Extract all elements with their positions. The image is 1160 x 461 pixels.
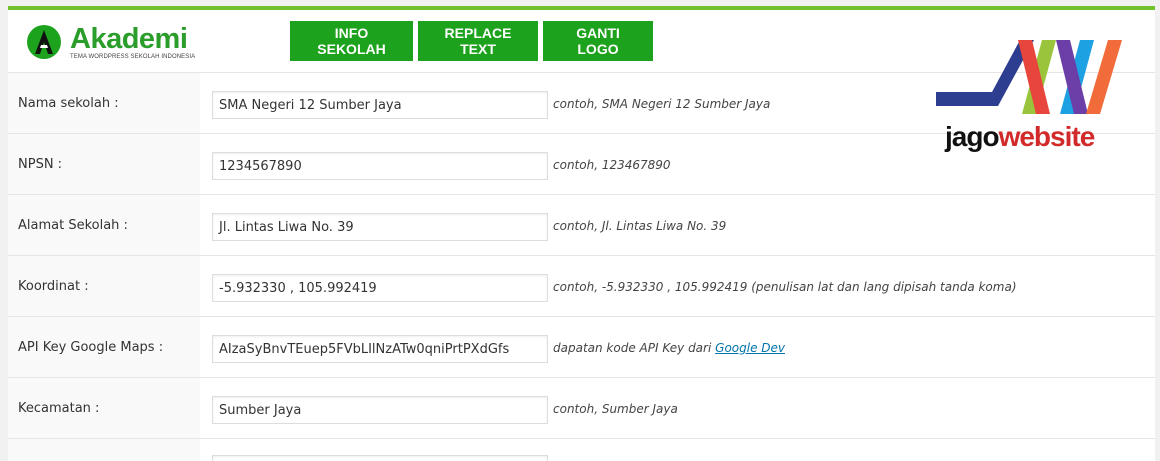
form-row-kecamatan: Kecamatan : Sumber Jaya contoh, Sumber J… xyxy=(8,377,1155,438)
field-hint: contoh, 123467890 xyxy=(553,158,671,172)
jagowebsite-wordmark: jagowebsite xyxy=(945,121,1096,153)
next-field-input[interactable] xyxy=(212,455,548,461)
logo-tagline: TEMA WORDPRESS SEKOLAH INDONESIA xyxy=(70,54,196,60)
field-label: NPSN : xyxy=(8,134,200,194)
akademi-logo-icon xyxy=(27,25,61,59)
field-hint: contoh, -5.932330 , 105.992419 (penulisa… xyxy=(553,280,1017,294)
field-body: AIzaSyBnvTEuep5FVbLIlNzATw0qniPrtPXdGfs … xyxy=(200,317,1155,377)
field-label: Nama sekolah : xyxy=(8,73,200,133)
field-body: Sumber Jaya contoh, Sumber Jaya xyxy=(200,378,1155,438)
alamat-sekolah-input[interactable]: Jl. Lintas Liwa No. 39 xyxy=(212,213,548,241)
kecamatan-input[interactable]: Sumber Jaya xyxy=(212,396,548,424)
form-row-alamat: Alamat Sekolah : Jl. Lintas Liwa No. 39 … xyxy=(8,194,1155,255)
logo-name: Akademi xyxy=(70,23,188,55)
tab-ganti-logo[interactable]: GANTI LOGO xyxy=(543,21,653,61)
jagowebsite-logo-icon xyxy=(936,40,1122,114)
field-body: Jl. Lintas Liwa No. 39 contoh, Jl. Linta… xyxy=(200,195,1155,255)
field-label: Koordinat : xyxy=(8,256,200,316)
tab-bar: INFO SEKOLAH REPLACE TEXT GANTI LOGO xyxy=(290,21,653,61)
wordmark-jago: jago xyxy=(945,121,1000,152)
settings-page: Akademi TEMA WORDPRESS SEKOLAH INDONESIA… xyxy=(0,0,1160,461)
form-row-partial xyxy=(8,438,1155,461)
field-label-empty xyxy=(8,439,200,461)
field-label: Alamat Sekolah : xyxy=(8,195,200,255)
field-hint: contoh, Sumber Jaya xyxy=(553,402,678,416)
wordmark-website: website xyxy=(998,121,1096,152)
form-row-api-key: API Key Google Maps : AIzaSyBnvTEuep5FVb… xyxy=(8,316,1155,377)
nama-sekolah-input[interactable]: SMA Negeri 12 Sumber Jaya xyxy=(212,91,548,119)
hint-text: dapatan kode API Key dari xyxy=(553,341,712,355)
koordinat-input[interactable]: -5.932330 , 105.992419 xyxy=(212,274,548,302)
field-hint: dapatan kode API Key dari Google Dev xyxy=(553,341,785,355)
field-label: API Key Google Maps : xyxy=(8,317,200,377)
tab-replace-text[interactable]: REPLACE TEXT xyxy=(418,21,538,61)
field-body: -5.932330 , 105.992419 contoh, -5.932330… xyxy=(200,256,1155,316)
field-hint: contoh, SMA Negeri 12 Sumber Jaya xyxy=(553,97,771,111)
jagowebsite-watermark: jagowebsite xyxy=(936,34,1131,154)
field-body xyxy=(200,439,1155,461)
npsn-input[interactable]: 1234567890 xyxy=(212,152,548,180)
google-dev-link[interactable]: Google Dev xyxy=(715,341,785,355)
form-row-koordinat: Koordinat : -5.932330 , 105.992419 conto… xyxy=(8,255,1155,316)
field-hint: contoh, Jl. Lintas Liwa No. 39 xyxy=(553,219,727,233)
api-key-input[interactable]: AIzaSyBnvTEuep5FVbLIlNzATw0qniPrtPXdGfs xyxy=(212,335,548,363)
tab-info-sekolah[interactable]: INFO SEKOLAH xyxy=(290,21,413,61)
field-label: Kecamatan : xyxy=(8,378,200,438)
akademi-logo: Akademi TEMA WORDPRESS SEKOLAH INDONESIA xyxy=(26,22,206,62)
